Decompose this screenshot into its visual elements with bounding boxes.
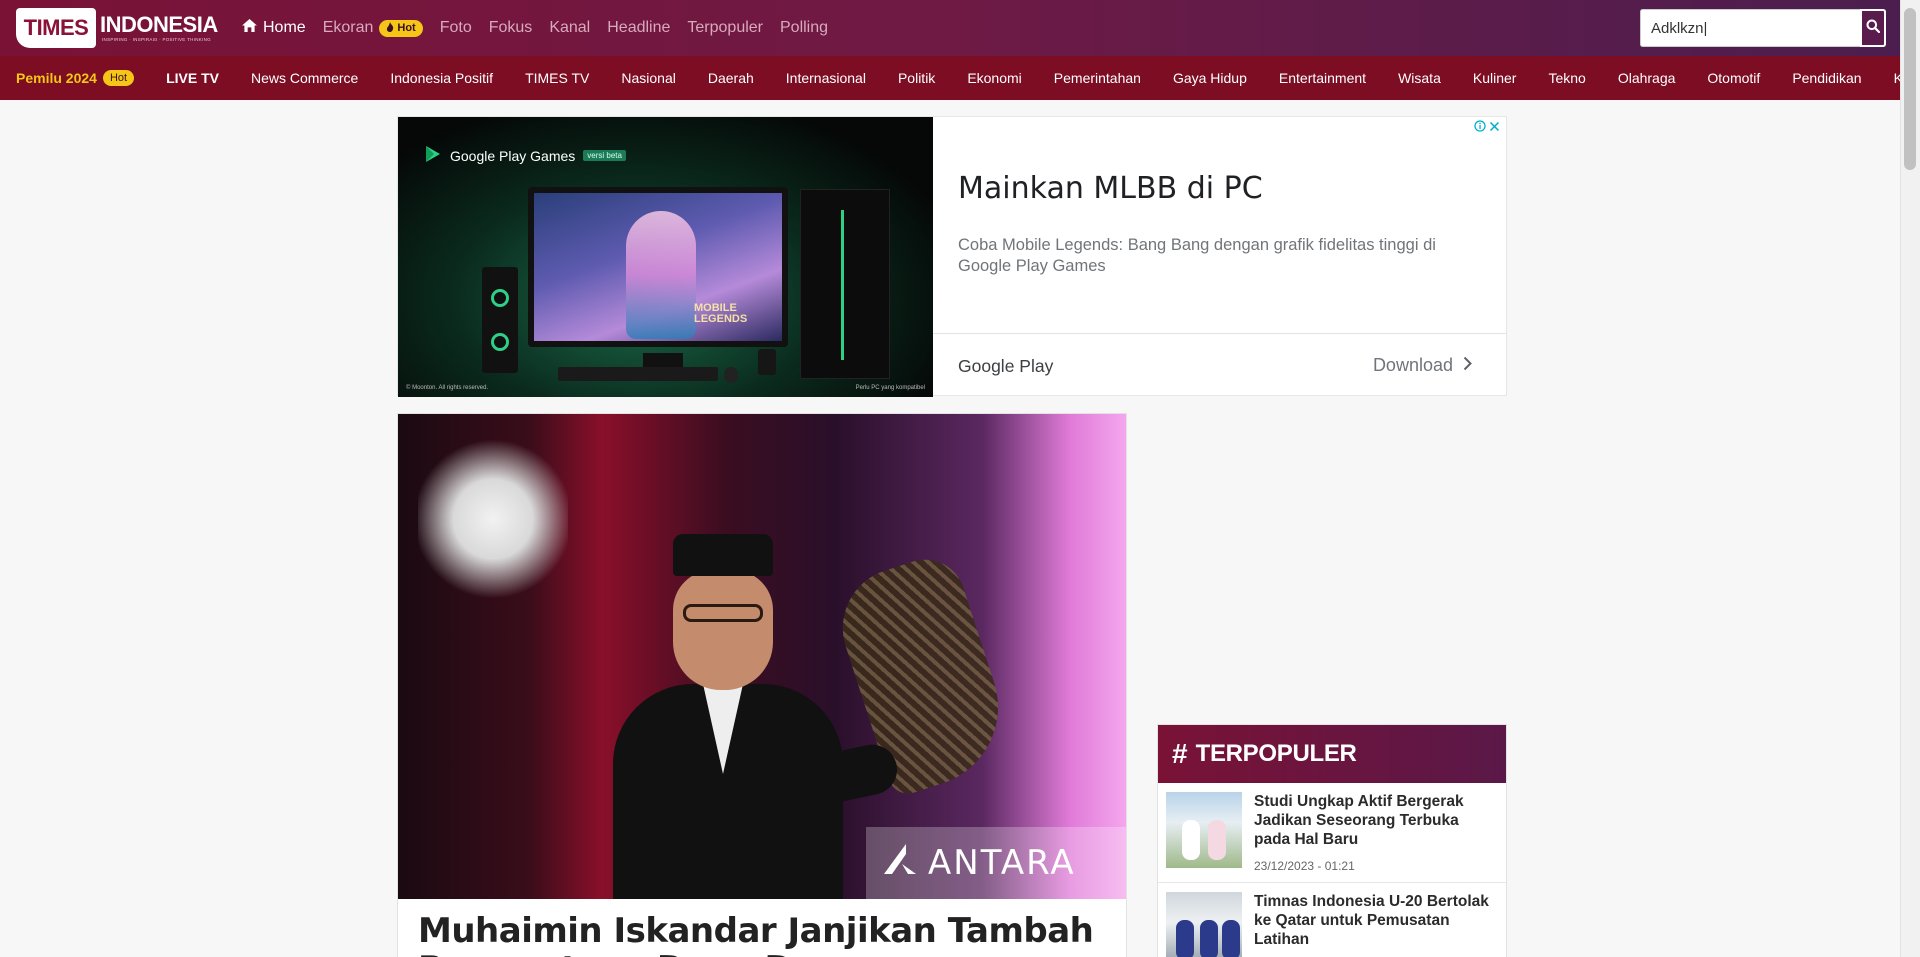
search-input[interactable] [1640, 9, 1860, 47]
category-tekno[interactable]: Tekno [1532, 70, 1601, 86]
logo-times-text: TIMES [16, 8, 96, 48]
ad-brand: Google Play Games [450, 147, 576, 164]
search-form [1640, 9, 1886, 47]
download-button[interactable]: Download [1373, 355, 1472, 376]
speaker-graphic [482, 267, 518, 373]
nav-foto[interactable]: Foto [440, 19, 472, 37]
category-news-commerce[interactable]: News Commerce [235, 70, 374, 86]
category-nasional[interactable]: Nasional [605, 70, 691, 86]
nav-ekoran-label: Ekoran [322, 19, 374, 36]
ad-copyright: © Moonton. All rights reserved. [406, 385, 489, 391]
ad-banner[interactable]: Google Play Games versi beta MOBILE LEGE… [397, 116, 1507, 397]
popular-header: # TERPOPULER [1158, 725, 1506, 783]
monitor-graphic: MOBILE LEGENDS [528, 187, 788, 347]
logo-indonesia-text: INDONESIA [100, 12, 218, 37]
category-daerah[interactable]: Daerah [692, 70, 770, 86]
info-icon[interactable] [1474, 119, 1486, 137]
category-pendidikan[interactable]: Pendidikan [1776, 70, 1877, 86]
ad-footer: Google Play Download [933, 333, 1506, 397]
list-item[interactable]: Timnas Indonesia U-20 Bertolak ke Qatar … [1158, 883, 1506, 957]
pc-tower-graphic [800, 189, 890, 379]
home-icon [242, 19, 257, 37]
popular-date: 23/12/2023 - 01:21 [1254, 859, 1355, 873]
speaker-photo [613, 534, 843, 899]
category-entertainment[interactable]: Entertainment [1263, 70, 1382, 86]
antara-logo-icon [880, 842, 920, 885]
chevron-right-icon [1463, 355, 1472, 376]
nav-home-label: Home [263, 19, 306, 36]
nav-terpopuler[interactable]: Terpopuler [687, 19, 763, 37]
ad-image[interactable]: Google Play Games versi beta MOBILE LEGE… [398, 117, 933, 397]
ad-note: Perlu PC yang kompatibel [855, 385, 925, 391]
category-kuliner[interactable]: Kuliner [1457, 70, 1533, 86]
antara-watermark: ANTARA [866, 827, 1126, 899]
category-internasional[interactable]: Internasional [770, 70, 882, 86]
popular-headline[interactable]: Timnas Indonesia U-20 Bertolak ke Qatar … [1254, 892, 1498, 949]
headline-article[interactable]: ANTARA Muhaimin Iskandar Janjikan Tambah… [397, 413, 1127, 957]
close-icon[interactable] [1489, 119, 1500, 137]
article-title[interactable]: Muhaimin Iskandar Janjikan Tambah Pemera… [418, 912, 1118, 957]
nav-fokus[interactable]: Fokus [489, 19, 533, 37]
fire-icon [386, 21, 394, 35]
keyboard-graphic [558, 367, 718, 381]
ad-description: Coba Mobile Legends: Bang Bang dengan gr… [958, 236, 1436, 275]
ad-store-name: Google Play [958, 356, 1054, 376]
popular-heading: TERPOPULER [1195, 740, 1357, 767]
article-thumbnail[interactable] [1166, 892, 1242, 957]
site-logo[interactable]: TIMES INDONESIA INSPIRING · INSPIRASI · … [16, 8, 220, 48]
mouse-graphic [724, 367, 738, 383]
category-gaya-hidup[interactable]: Gaya Hidup [1157, 70, 1263, 86]
google-play-games-tag: Google Play Games versi beta [424, 145, 626, 166]
page-scrollbar[interactable] [1900, 0, 1920, 957]
category-live-tv[interactable]: LIVE TV [150, 70, 235, 86]
hot-badge: Hot [102, 70, 135, 86]
scrollbar-thumb[interactable] [1904, 8, 1916, 170]
article-thumbnail[interactable] [1166, 792, 1242, 868]
nav-ekoran[interactable]: Ekoran Hot [323, 19, 423, 37]
category-kesehatan[interactable]: Keseh [1878, 70, 1900, 86]
search-icon [1866, 19, 1881, 38]
category-times-tv[interactable]: TIMES TV [509, 70, 605, 86]
nav-home[interactable]: Home [242, 19, 306, 37]
beta-tag: versi beta [583, 150, 626, 161]
adchoices[interactable] [1474, 119, 1500, 137]
popular-headline[interactable]: Studi Ungkap Aktif Bergerak Jadikan Sese… [1254, 792, 1498, 849]
category-politik[interactable]: Politik [882, 70, 951, 86]
top-header: TIMES INDONESIA INSPIRING · INSPIRASI · … [0, 0, 1900, 56]
category-indonesia-positif[interactable]: Indonesia Positif [374, 70, 509, 86]
nav-kanal[interactable]: Kanal [549, 19, 590, 37]
article-image[interactable]: ANTARA [398, 414, 1126, 899]
category-ekonomi[interactable]: Ekonomi [951, 70, 1037, 86]
hashtag-icon: # [1172, 738, 1188, 769]
nav-polling[interactable]: Polling [780, 19, 828, 37]
hot-badge: Hot [379, 19, 423, 37]
category-wisata[interactable]: Wisata [1382, 70, 1457, 86]
category-pemilu-label: Pemilu 2024 [16, 70, 97, 86]
ad-title[interactable]: Mainkan MLBB di PC [958, 171, 1263, 206]
hot-badge-label: Hot [397, 22, 416, 34]
popular-widget: # TERPOPULER Studi Ungkap Aktif Bergerak… [1157, 724, 1507, 957]
nav-headline[interactable]: Headline [607, 19, 670, 37]
google-play-icon [424, 145, 442, 166]
game-character-graphic [626, 211, 696, 339]
category-pemerintahan[interactable]: Pemerintahan [1038, 70, 1157, 86]
category-pemilu-2024[interactable]: Pemilu 2024 Hot [0, 70, 150, 86]
main-nav: Home Ekoran Hot Foto Fokus Kanal Headlin… [242, 0, 828, 56]
logo-tagline: INSPIRING · INSPIRASI · POSITIVE THINKIN… [102, 37, 211, 42]
list-item[interactable]: Studi Ungkap Aktif Bergerak Jadikan Sese… [1158, 783, 1506, 883]
category-bar: Pemilu 2024 Hot LIVE TV News Commerce In… [0, 56, 1900, 100]
search-button[interactable] [1860, 9, 1886, 47]
category-otomotif[interactable]: Otomotif [1691, 70, 1776, 86]
download-label: Download [1372, 355, 1453, 375]
watermark-text: ANTARA [928, 843, 1076, 883]
category-olahraga[interactable]: Olahraga [1602, 70, 1692, 86]
game-logo: MOBILE LEGENDS [694, 302, 748, 325]
